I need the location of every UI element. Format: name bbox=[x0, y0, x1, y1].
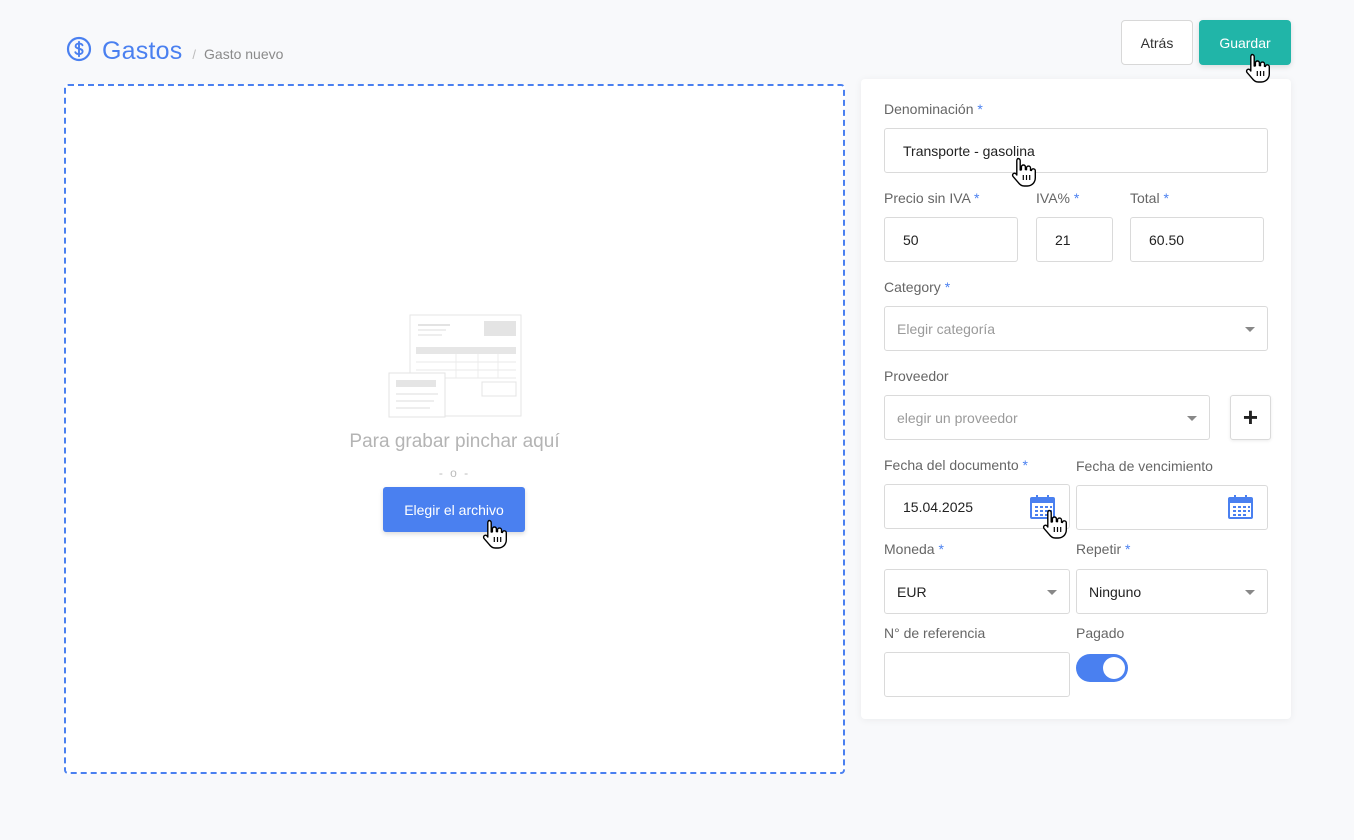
dropzone-instructions: Para grabar pinchar aquí bbox=[349, 431, 560, 452]
proveedor-label: Proveedor bbox=[884, 368, 949, 384]
denominacion-label: Denominación * bbox=[884, 101, 983, 117]
chevron-down-icon bbox=[1047, 590, 1057, 595]
chevron-down-icon bbox=[1245, 327, 1255, 332]
total-input[interactable] bbox=[1130, 217, 1264, 262]
file-dropzone[interactable]: Para grabar pinchar aquí - o - Elegir el… bbox=[64, 84, 845, 774]
dropzone-or: - o - bbox=[438, 466, 471, 480]
add-proveedor-button[interactable]: + bbox=[1230, 395, 1271, 440]
category-placeholder: Elegir categoría bbox=[897, 320, 996, 337]
expense-form-panel: Denominación * Precio sin IVA * IVA% * T… bbox=[861, 79, 1291, 719]
fecha-vencimiento-label: Fecha de vencimiento bbox=[1076, 458, 1213, 474]
moneda-label: Moneda * bbox=[884, 541, 944, 557]
denominacion-input[interactable] bbox=[884, 128, 1268, 173]
plus-icon: + bbox=[1242, 402, 1259, 432]
repetir-select[interactable]: Ninguno bbox=[1076, 569, 1268, 614]
precio-label: Precio sin IVA * bbox=[884, 190, 980, 206]
back-button[interactable]: Atrás bbox=[1121, 20, 1193, 65]
save-button[interactable]: Guardar bbox=[1199, 20, 1291, 65]
moneda-value: EUR bbox=[897, 583, 927, 600]
iva-input[interactable] bbox=[1036, 217, 1113, 262]
moneda-select[interactable]: EUR bbox=[884, 569, 1070, 614]
dollar-circle-icon bbox=[66, 36, 92, 62]
page-header: Gastos / Gasto nuevo bbox=[66, 36, 283, 66]
proveedor-select[interactable]: elegir un proveedor bbox=[884, 395, 1210, 440]
chevron-down-icon bbox=[1187, 416, 1197, 421]
pagado-toggle[interactable] bbox=[1076, 654, 1128, 682]
referencia-input[interactable] bbox=[884, 652, 1070, 697]
iva-label: IVA% * bbox=[1036, 190, 1080, 206]
repetir-label: Repetir * bbox=[1076, 541, 1131, 557]
referencia-label: N° de referencia bbox=[884, 625, 986, 641]
calendar-icon[interactable] bbox=[1227, 493, 1254, 520]
page-title: Gastos bbox=[102, 37, 183, 65]
total-label: Total * bbox=[1130, 190, 1169, 206]
chevron-down-icon bbox=[1245, 590, 1255, 595]
proveedor-placeholder: elegir un proveedor bbox=[897, 409, 1018, 426]
category-label: Category * bbox=[884, 279, 951, 295]
category-select[interactable]: Elegir categoría bbox=[884, 306, 1268, 351]
toggle-knob bbox=[1103, 657, 1125, 679]
calendar-icon[interactable] bbox=[1029, 493, 1056, 520]
pagado-label: Pagado bbox=[1076, 625, 1125, 641]
fecha-documento-label: Fecha del documento * bbox=[884, 457, 1028, 473]
invoice-illustration-icon bbox=[388, 314, 522, 418]
repetir-value: Ninguno bbox=[1089, 583, 1142, 600]
breadcrumb-separator: / bbox=[192, 47, 197, 62]
precio-input[interactable] bbox=[884, 217, 1018, 262]
breadcrumb-current: Gasto nuevo bbox=[204, 46, 284, 62]
choose-file-button[interactable]: Elegir el archivo bbox=[383, 487, 525, 532]
